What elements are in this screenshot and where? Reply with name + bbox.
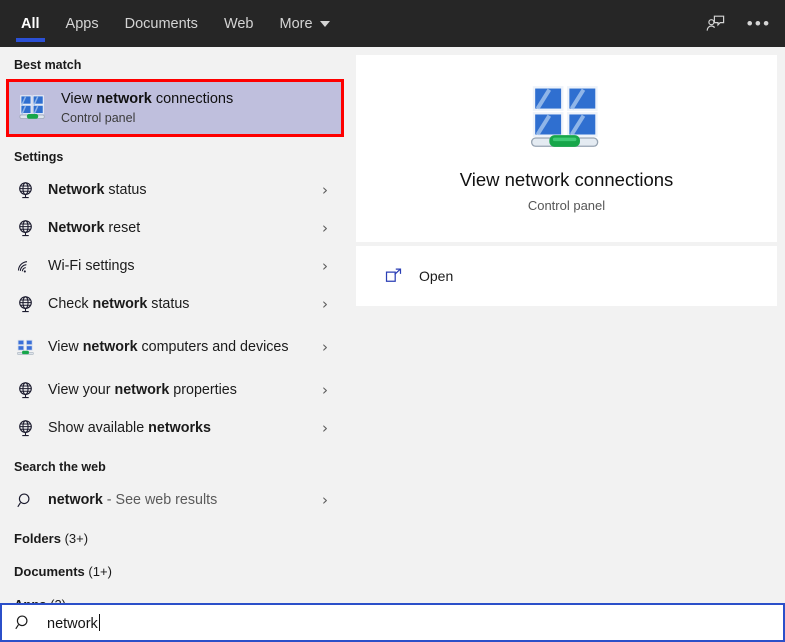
network-connections-large-icon [530, 85, 598, 147]
search-icon [15, 615, 28, 630]
result-item-network-reset[interactable]: Network reset › [0, 209, 350, 247]
chevron-right-icon: › [322, 219, 328, 237]
ellipsis-icon: ••• [746, 14, 772, 33]
result-label: View network computers and devices [48, 338, 289, 355]
group-apps[interactable]: Apps (2) [0, 585, 350, 603]
result-item-view-network-computers[interactable]: View network computers and devices › [0, 323, 350, 371]
globe-network-icon [14, 379, 36, 401]
more-options-button[interactable]: ••• [737, 4, 781, 44]
preview-subtitle: Control panel [527, 197, 606, 213]
search-filter-bar: All Apps Documents Web More ••• [0, 0, 785, 47]
network-connections-icon [19, 95, 45, 119]
result-label: Network reset [48, 219, 141, 236]
windows-search-panel: All Apps Documents Web More ••• Best mat… [0, 0, 785, 642]
chevron-right-icon: › [322, 338, 328, 356]
result-item-show-available-networks[interactable]: Show available networks › [0, 409, 350, 447]
chevron-right-icon: › [322, 491, 328, 509]
topbar-actions: ••• [693, 0, 781, 47]
chevron-right-icon: › [322, 381, 328, 399]
result-item-view-network-properties[interactable]: View your network properties › [0, 371, 350, 409]
result-label: Wi-Fi settings [48, 257, 135, 274]
open-external-icon [385, 268, 402, 282]
chevron-down-icon [319, 20, 330, 27]
search-the-web-heading: Search the web [14, 460, 106, 474]
chevron-right-icon: › [322, 295, 328, 313]
result-label: Show available networks [48, 419, 211, 436]
results-list: Best match View network connections Cont… [0, 47, 350, 603]
preview-card: View network connections Control panel [356, 55, 777, 242]
best-match-subtitle: Control panel [61, 111, 136, 126]
search-input-value[interactable]: network [47, 613, 100, 632]
best-match-text: View network connections Control panel [61, 91, 233, 125]
tab-apps[interactable]: Apps [53, 0, 112, 47]
person-feedback-icon [706, 15, 725, 31]
result-label: Check network status [48, 295, 190, 312]
result-label: View your network properties [48, 381, 237, 398]
tab-more-label: More [279, 15, 313, 32]
best-match-item[interactable]: View network connections Control panel [9, 82, 341, 134]
preview-actions-card: Open [356, 246, 777, 306]
globe-network-icon [14, 217, 36, 239]
result-label: network - See web results [48, 491, 218, 508]
result-item-wifi-settings[interactable]: Wi-Fi settings › [0, 247, 350, 285]
feedback-button[interactable] [693, 4, 737, 44]
tab-web[interactable]: Web [211, 0, 267, 47]
filter-tabs: All Apps Documents Web More [0, 0, 343, 47]
preview-pane: View network connections Control panel O… [356, 47, 785, 603]
tab-apps-label: Apps [65, 15, 99, 32]
search-input-bar[interactable]: network [0, 603, 785, 642]
tab-documents-label: Documents [124, 15, 198, 32]
tab-documents[interactable]: Documents [112, 0, 211, 47]
group-documents[interactable]: Documents (1+) [0, 552, 350, 585]
text-cursor [98, 613, 100, 631]
settings-heading: Settings [14, 150, 64, 164]
tab-all[interactable]: All [8, 0, 53, 47]
open-action[interactable]: Open [356, 246, 777, 306]
tab-more[interactable]: More [267, 0, 343, 47]
chevron-right-icon: › [322, 181, 328, 199]
tab-all-label: All [21, 15, 40, 32]
preview-title: View network connections [459, 168, 674, 190]
result-item-web-search[interactable]: network - See web results › [0, 481, 350, 519]
wifi-icon [14, 255, 36, 277]
chevron-right-icon: › [322, 419, 328, 437]
group-folders[interactable]: Folders (3+) [0, 519, 350, 552]
network-computers-icon [14, 336, 36, 358]
best-match-highlight: View network connections Control panel [6, 79, 344, 137]
best-match-heading: Best match [14, 58, 82, 72]
globe-network-icon [14, 293, 36, 315]
globe-network-icon [14, 179, 36, 201]
open-action-label: Open [419, 268, 454, 284]
result-item-check-network-status[interactable]: Check network status › [0, 285, 350, 323]
best-match-title: View network connections [61, 90, 234, 107]
tab-web-label: Web [223, 15, 254, 32]
search-icon [14, 489, 36, 511]
result-label: Network status [48, 181, 147, 198]
globe-network-icon [14, 417, 36, 439]
chevron-right-icon: › [322, 257, 328, 275]
result-item-network-status[interactable]: Network status › [0, 171, 350, 209]
